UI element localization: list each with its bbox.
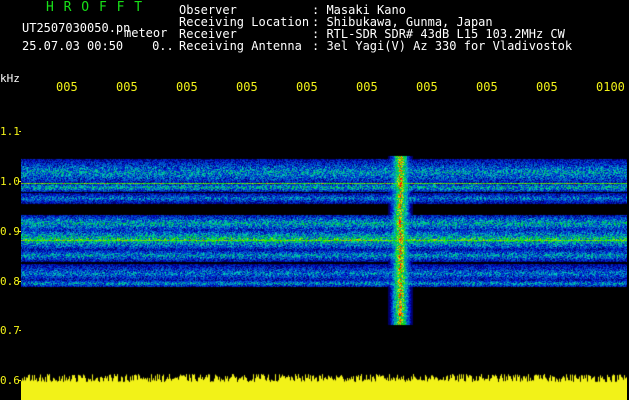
datetime-value: 25.07.03 00:50 [22, 39, 124, 53]
signal-level-bar [21, 372, 627, 400]
spectrogram-plot [21, 95, 627, 372]
hrofft-window: H R O F F T UT2507030050.pn meteor 25.07… [0, 0, 629, 400]
time-tick-label: 005 [296, 80, 318, 94]
observation-datetime: 25.07.03 00:50 0.. [22, 40, 174, 52]
time-tick-label: 005 [416, 80, 438, 94]
time-tick-label: 005 [176, 80, 198, 94]
time-tick-label: 005 [56, 80, 78, 94]
frequency-tick-label: 0.8 [0, 275, 20, 288]
time-tick-label: 005 [356, 80, 378, 94]
frequency-unit-label: kHz [0, 72, 20, 85]
time-tick-label: 005 [236, 80, 258, 94]
time-tick-label: 005 [476, 80, 498, 94]
frequency-tick-label: 0.6 [0, 374, 20, 387]
time-tick-label: 005 [536, 80, 558, 94]
station-info-values: : Masaki Kano : Shibukawa, Gunma, Japan … [312, 3, 573, 53]
hrofft-logo: H R O F F T [46, 0, 144, 15]
frequency-tick-label: 1.1 [0, 125, 20, 138]
frequency-tick-label: 0.7 [0, 324, 20, 337]
station-info-labels: Observer Receiving Location Receiver Rec… [179, 3, 310, 53]
frequency-tick-label: 0.9 [0, 225, 20, 238]
detection-label: meteor [124, 26, 168, 40]
time-tick-label: 005 [116, 80, 138, 94]
frequency-tick-label: 1.0 [0, 175, 20, 188]
image-filename: UT2507030050.pn [22, 21, 131, 35]
echo-counter: 0.. [152, 39, 174, 53]
time-tick-label: 0100 [596, 80, 625, 94]
